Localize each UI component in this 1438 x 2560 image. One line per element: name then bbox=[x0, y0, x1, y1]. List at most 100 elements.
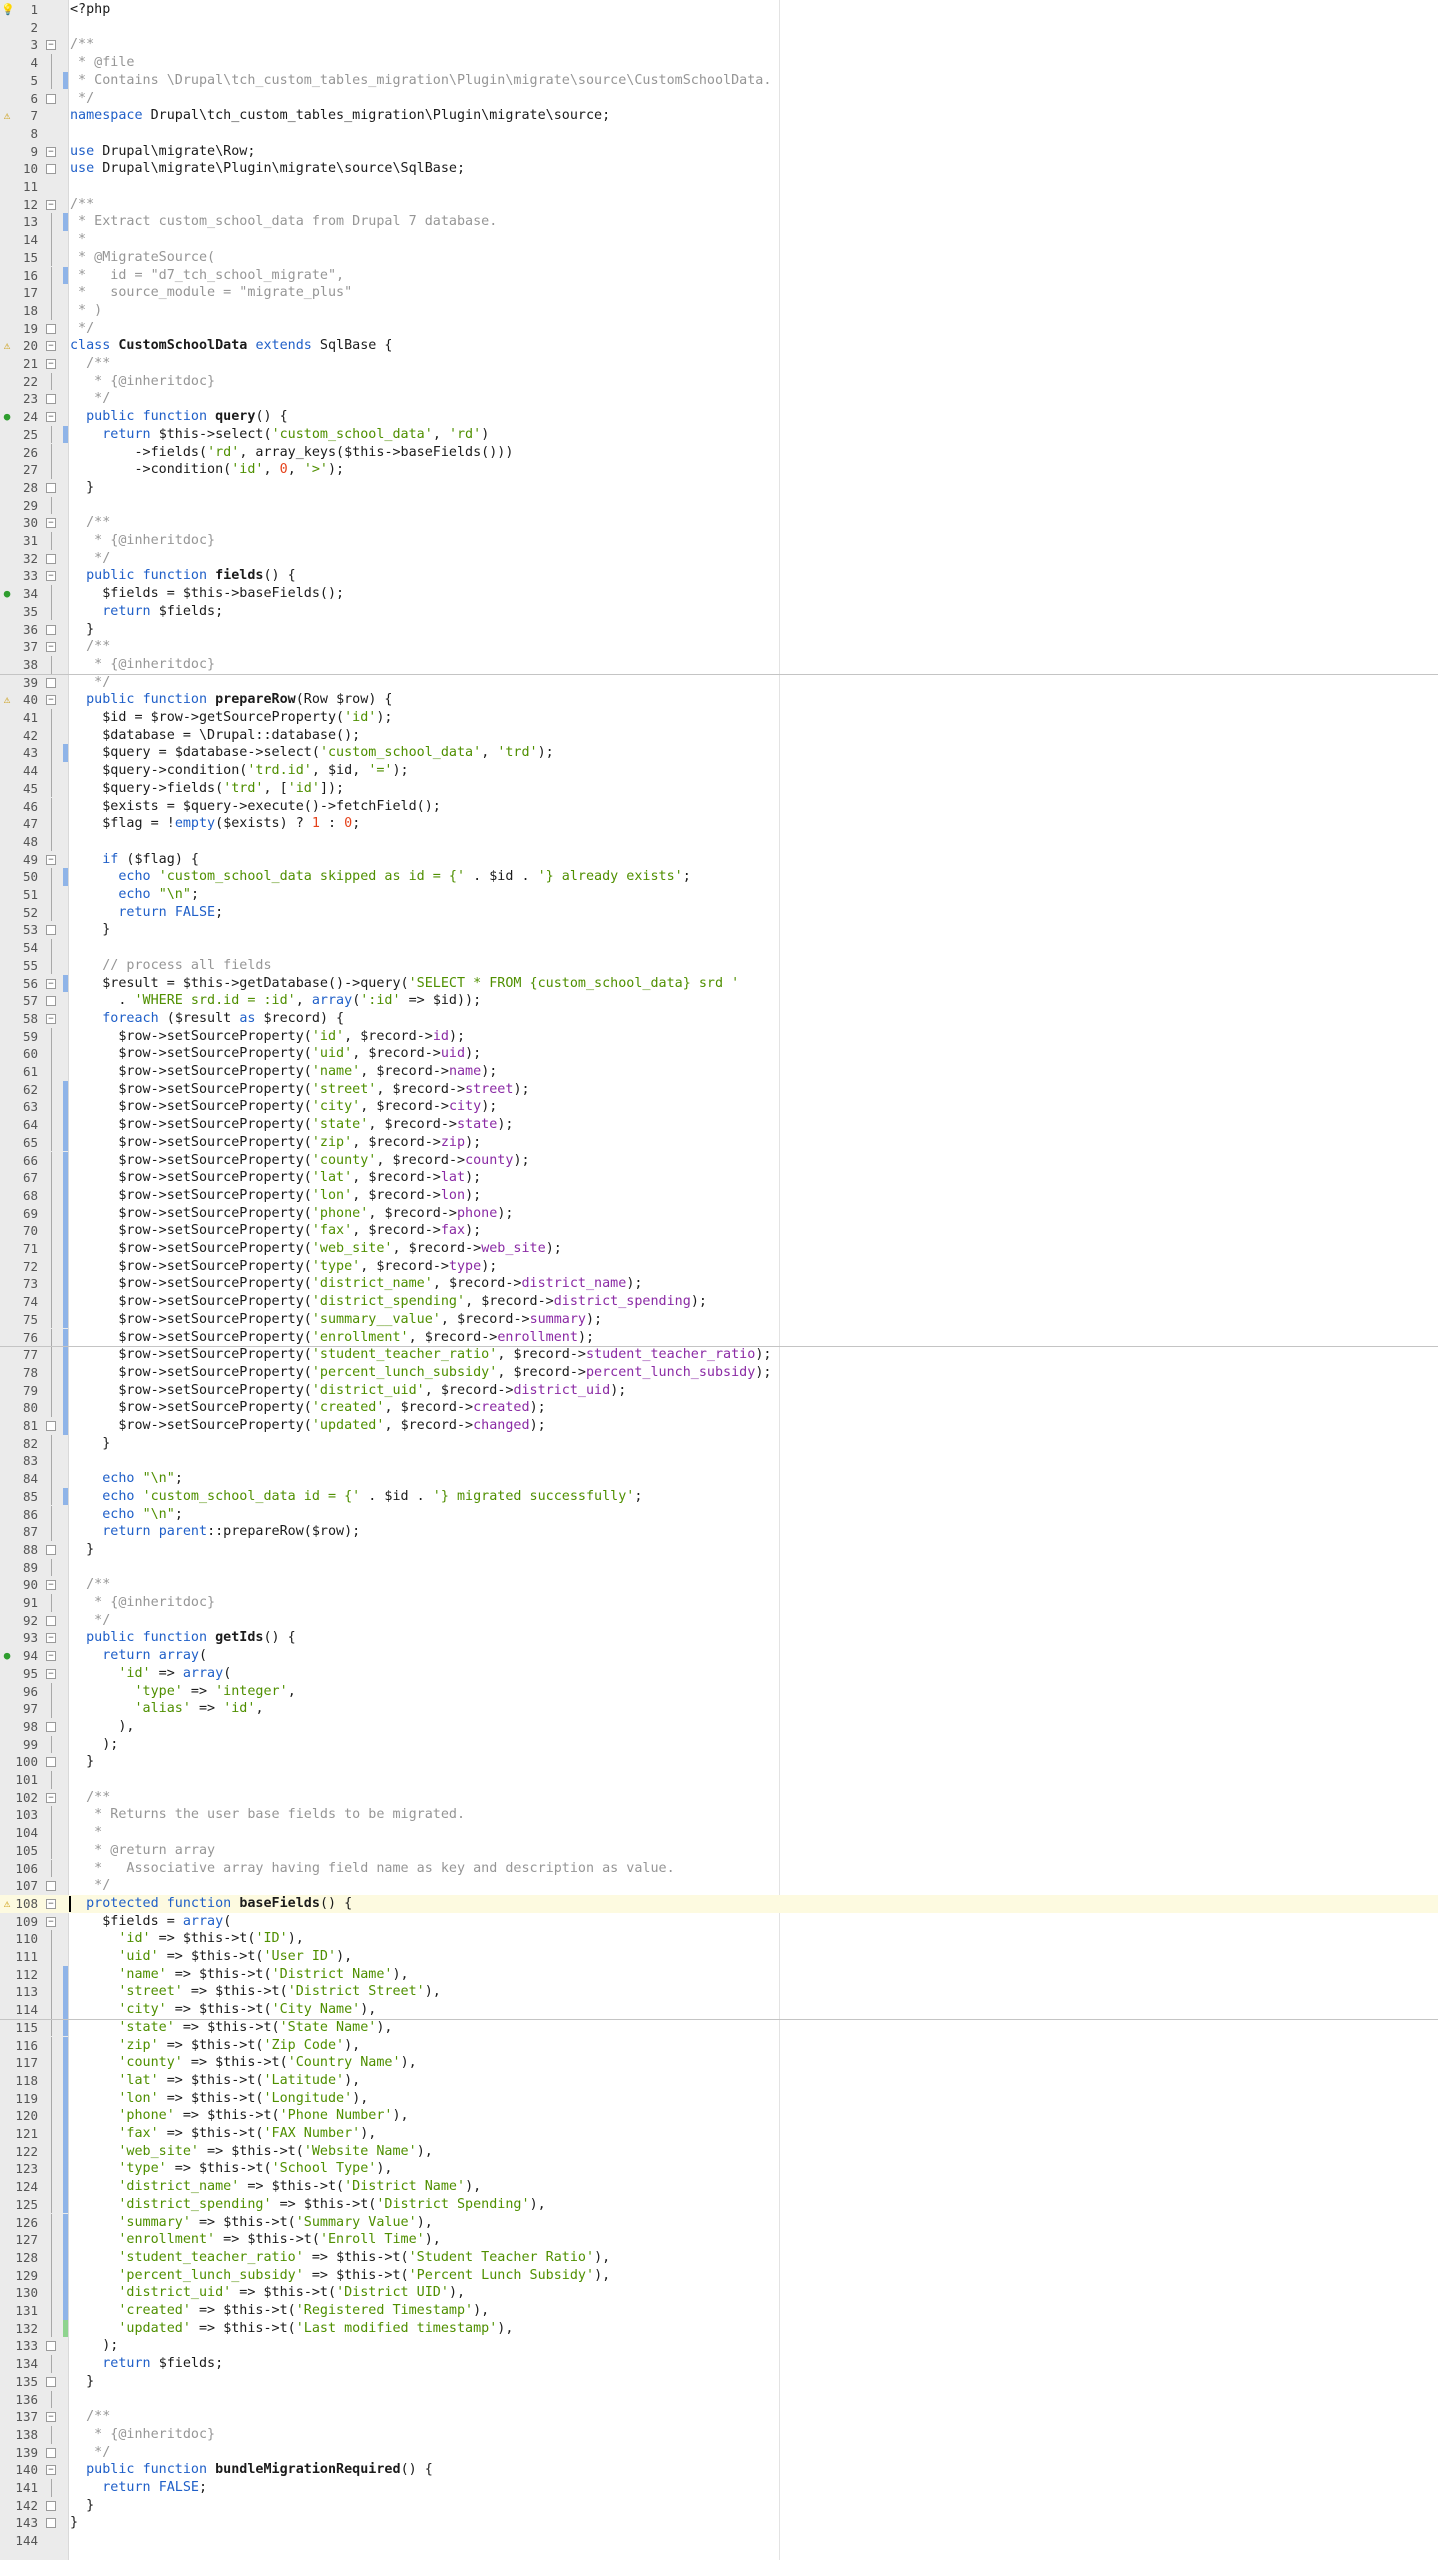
code-line[interactable]: 123 'type' => $this->t('School Type'), bbox=[0, 2160, 1438, 2179]
code-text[interactable]: return FALSE; bbox=[70, 904, 223, 922]
code-text[interactable]: * @MigrateSource( bbox=[70, 249, 215, 267]
code-text[interactable]: $row->setSourceProperty('county', $recor… bbox=[70, 1152, 529, 1170]
code-line[interactable]: 53 } bbox=[0, 921, 1438, 939]
code-line[interactable]: 97 'alias' => 'id', bbox=[0, 1700, 1438, 1718]
code-line[interactable]: 56− $result = $this->getDatabase()->quer… bbox=[0, 974, 1438, 993]
line-number[interactable]: 71 bbox=[0, 1240, 38, 1258]
code-line[interactable]: 37− /** bbox=[0, 638, 1438, 656]
code-text[interactable]: * bbox=[70, 231, 86, 249]
line-number[interactable]: 111 bbox=[0, 1948, 38, 1966]
code-line[interactable]: 138 * {@inheritdoc} bbox=[0, 2425, 1438, 2444]
code-text[interactable]: $database = \Drupal::database(); bbox=[70, 727, 360, 745]
code-line[interactable]: 73 $row->setSourceProperty('district_nam… bbox=[0, 1275, 1438, 1294]
line-number[interactable]: 43 bbox=[0, 744, 38, 762]
change-marker[interactable] bbox=[63, 1417, 68, 1435]
code-text[interactable]: * @file bbox=[70, 54, 134, 72]
line-number[interactable]: 115 bbox=[0, 2019, 38, 2037]
code-text[interactable]: 'student_teacher_ratio' => $this->t('Stu… bbox=[70, 2249, 610, 2267]
code-line[interactable]: 45 $query->fields('trd', ['id']); bbox=[0, 779, 1438, 798]
code-text[interactable]: * {@inheritdoc} bbox=[70, 532, 215, 550]
code-text[interactable]: foreach ($result as $record) { bbox=[70, 1010, 344, 1028]
code-text[interactable]: ), bbox=[70, 1718, 134, 1736]
code-line[interactable]: 128 'student_teacher_ratio' => $this->t(… bbox=[0, 2248, 1438, 2267]
line-number[interactable]: 96 bbox=[0, 1683, 38, 1701]
code-line[interactable]: 75 $row->setSourceProperty('summary__val… bbox=[0, 1310, 1438, 1329]
code-line[interactable]: 46 $exists = $query->execute()->fetchFie… bbox=[0, 797, 1438, 816]
code-line[interactable]: 87 return parent::prepareRow($row); bbox=[0, 1523, 1438, 1541]
fold-collapse-icon[interactable]: − bbox=[46, 695, 56, 706]
line-number[interactable]: 75 bbox=[0, 1311, 38, 1329]
code-line[interactable]: 8 bbox=[0, 125, 1438, 143]
change-marker[interactable] bbox=[63, 2125, 68, 2143]
code-text[interactable]: /** bbox=[70, 36, 94, 54]
code-text[interactable]: */ bbox=[70, 90, 94, 108]
code-text[interactable]: 'street' => $this->t('District Street'), bbox=[70, 1983, 441, 2001]
code-text[interactable]: $row->setSourceProperty('district_spendi… bbox=[70, 1293, 707, 1311]
code-line[interactable]: 26 ->fields('rd', array_keys($this->base… bbox=[0, 443, 1438, 462]
code-text[interactable]: 'city' => $this->t('City Name'), bbox=[70, 2001, 376, 2019]
change-marker[interactable] bbox=[63, 868, 68, 886]
code-text[interactable]: */ bbox=[70, 390, 110, 408]
override-icon[interactable]: ● bbox=[1, 587, 13, 600]
line-number[interactable]: 113 bbox=[0, 1983, 38, 2001]
code-line[interactable]: 76 $row->setSourceProperty('enrollment',… bbox=[0, 1328, 1438, 1347]
code-line[interactable]: 44 $query->condition('trd.id', $id, '=')… bbox=[0, 762, 1438, 780]
code-text[interactable]: $row->setSourceProperty('zip', $record->… bbox=[70, 1134, 481, 1152]
line-number[interactable]: 93 bbox=[0, 1629, 38, 1647]
code-text[interactable]: /** bbox=[70, 1576, 110, 1594]
code-line[interactable]: 15 * @MigrateSource( bbox=[0, 248, 1438, 267]
line-number[interactable]: 64 bbox=[0, 1116, 38, 1134]
code-line[interactable]: 106 * Associative array having field nam… bbox=[0, 1859, 1438, 1878]
fold-end-icon[interactable] bbox=[46, 323, 56, 334]
fold-collapse-icon[interactable]: − bbox=[46, 2465, 56, 2476]
code-text[interactable]: $row->setSourceProperty('created', $reco… bbox=[70, 1399, 545, 1417]
code-line[interactable]: 82 } bbox=[0, 1434, 1438, 1453]
line-number[interactable]: 141 bbox=[0, 2479, 38, 2497]
line-number[interactable]: 127 bbox=[0, 2231, 38, 2249]
line-number[interactable]: 117 bbox=[0, 2054, 38, 2072]
code-line[interactable]: 66 $row->setSourceProperty('county', $re… bbox=[0, 1151, 1438, 1170]
line-number[interactable]: 37 bbox=[0, 638, 38, 656]
code-line[interactable]: 119 'lon' => $this->t('Longitude'), bbox=[0, 2089, 1438, 2108]
change-marker[interactable] bbox=[63, 1151, 68, 1170]
line-number[interactable]: 119 bbox=[0, 2090, 38, 2108]
line-number[interactable]: 11 bbox=[0, 178, 38, 196]
line-number[interactable]: 105 bbox=[0, 1842, 38, 1860]
line-number[interactable]: 4 bbox=[0, 54, 38, 72]
line-number[interactable]: 98 bbox=[0, 1718, 38, 1736]
code-text[interactable]: ->fields('rd', array_keys($this->baseFie… bbox=[70, 444, 513, 462]
code-text[interactable]: * Associative array having field name as… bbox=[70, 1860, 674, 1878]
code-line[interactable]: 111 'uid' => $this->t('User ID'), bbox=[0, 1948, 1438, 1966]
code-text[interactable]: $row->setSourceProperty('percent_lunch_s… bbox=[70, 1364, 771, 1382]
code-line[interactable]: 117 'county' => $this->t('Country Name')… bbox=[0, 2054, 1438, 2072]
code-line[interactable]: 101 bbox=[0, 1771, 1438, 1789]
code-line[interactable]: 60 $row->setSourceProperty('uid', $recor… bbox=[0, 1045, 1438, 1063]
code-line[interactable]: 89 bbox=[0, 1558, 1438, 1577]
line-number[interactable]: 144 bbox=[0, 2532, 38, 2550]
line-number[interactable]: 92 bbox=[0, 1612, 38, 1630]
code-text[interactable]: */ bbox=[70, 550, 110, 568]
line-number[interactable]: 91 bbox=[0, 1594, 38, 1612]
code-line[interactable]: 55 // process all fields bbox=[0, 956, 1438, 975]
line-number[interactable]: 77 bbox=[0, 1346, 38, 1364]
code-line[interactable]: 133 ); bbox=[0, 2337, 1438, 2355]
line-number[interactable]: 5 bbox=[0, 72, 38, 90]
code-text[interactable]: return $this->select('custom_school_data… bbox=[70, 426, 489, 444]
line-number[interactable]: 3 bbox=[0, 36, 38, 54]
code-line[interactable]: 86 echo "\n"; bbox=[0, 1505, 1438, 1524]
code-line[interactable]: 88 } bbox=[0, 1541, 1438, 1559]
code-line[interactable]: 20 ⚠ − class CustomSchoolData extends SqlBa… bbox=[0, 337, 1438, 355]
code-text[interactable]: 'name' => $this->t('District Name'), bbox=[70, 1966, 408, 1984]
code-text[interactable]: $fields = $this->baseFields(); bbox=[70, 585, 344, 603]
line-number[interactable]: 32 bbox=[0, 550, 38, 568]
line-number[interactable]: 49 bbox=[0, 851, 38, 869]
code-text[interactable]: echo 'custom_school_data skipped as id =… bbox=[70, 868, 690, 886]
change-marker[interactable] bbox=[63, 1363, 68, 1382]
change-marker[interactable] bbox=[63, 71, 68, 90]
code-text[interactable]: */ bbox=[70, 1612, 110, 1630]
code-text[interactable]: $exists = $query->execute()->fetchField(… bbox=[70, 798, 441, 816]
code-line[interactable]: 59 $row->setSourceProperty('id', $record… bbox=[0, 1027, 1438, 1046]
fold-end-icon[interactable] bbox=[46, 2376, 56, 2387]
code-text[interactable]: $row->setSourceProperty('summary__value'… bbox=[70, 1311, 602, 1329]
change-marker[interactable] bbox=[63, 1487, 68, 1506]
